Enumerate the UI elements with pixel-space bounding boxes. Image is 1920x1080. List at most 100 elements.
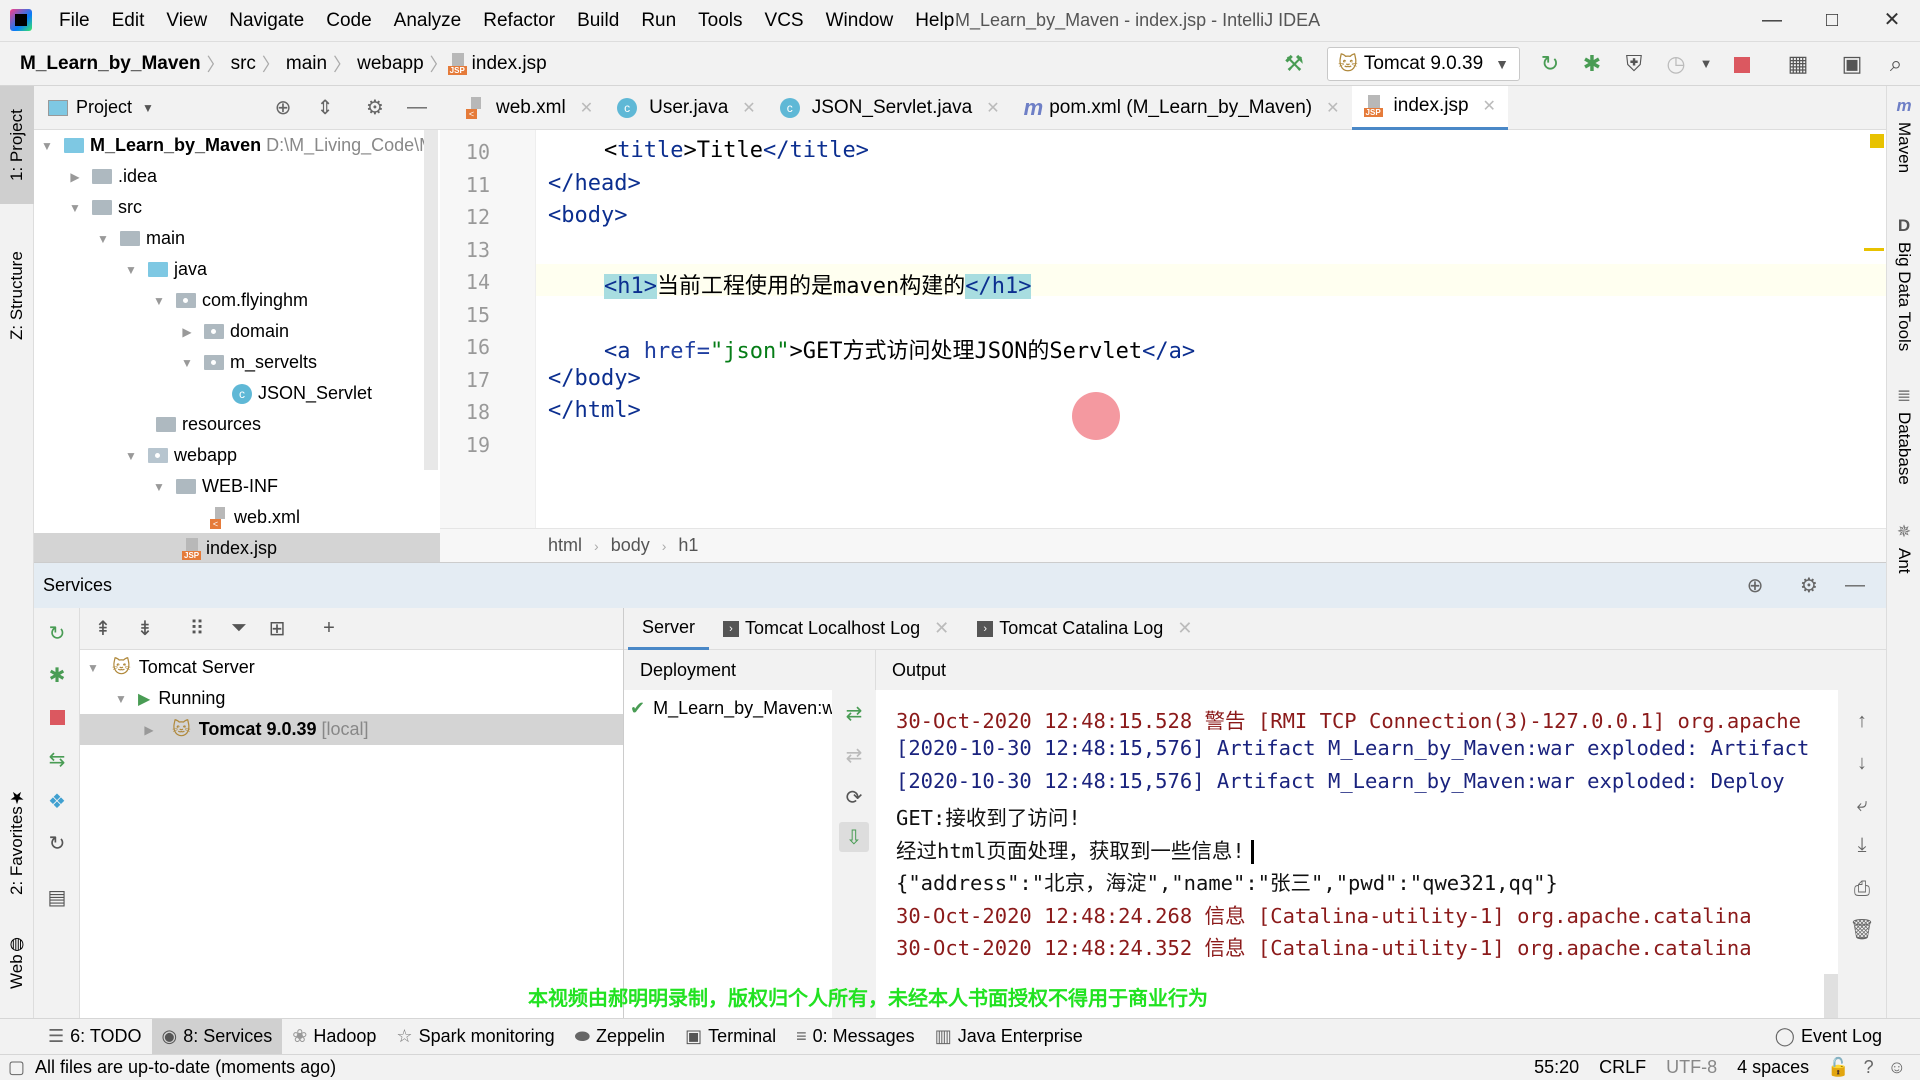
menu-window[interactable]: Window — [815, 0, 905, 42]
arrow-down-icon[interactable]: ↓ — [1847, 748, 1877, 778]
menu-navigate[interactable]: Navigate — [218, 0, 315, 42]
tab-json-servlet-java[interactable]: c JSON_Servlet.java ✕ — [768, 86, 1012, 130]
chevron-down-icon[interactable]: ▼ — [1690, 48, 1722, 80]
unlock-icon[interactable]: 🔓 — [1827, 1057, 1849, 1078]
console-scrollbar[interactable] — [1824, 974, 1838, 1018]
hide-icon[interactable]: — — [1840, 571, 1870, 601]
crumb-body[interactable]: body — [611, 535, 650, 556]
filter-icon[interactable]: ⏷ — [224, 614, 254, 644]
breadcrumb-webapp[interactable]: webapp — [351, 53, 430, 75]
tree-node-m-servelts[interactable]: ▼ m_servelts — [34, 347, 440, 378]
gear-icon[interactable]: ⚙ — [1794, 571, 1824, 601]
tool-tab-project[interactable]: 1: Project — [0, 86, 34, 204]
new-tab-icon[interactable]: ⊞ — [262, 614, 292, 644]
rerun-icon[interactable]: ↻ — [42, 618, 72, 648]
tool-window-spark[interactable]: ☆ Spark monitoring — [386, 1019, 564, 1055]
tool-window-terminal[interactable]: ▣ Terminal — [675, 1019, 786, 1055]
tree-node-web-xml[interactable]: web.xml — [34, 502, 440, 533]
deploy-icon[interactable]: ⇆ — [42, 744, 72, 774]
tab-user-java[interactable]: c User.java ✕ — [605, 86, 768, 130]
run-configuration-select[interactable]: 🐱 Tomcat 9.0.39 ▼ — [1327, 47, 1520, 81]
terminal-window-icon[interactable]: ▣ — [1836, 48, 1868, 80]
service-node-tomcat-instance[interactable]: ▶ 🐱 Tomcat 9.0.39 [local] — [80, 714, 623, 745]
code-editor[interactable]: 10 11 12 13 14 15 16 17 18 19 <title>Tit… — [440, 130, 1886, 528]
tool-window-zeppelin[interactable]: ⬬ Zeppelin — [565, 1019, 675, 1055]
tree-node-index-jsp[interactable]: index.jsp — [34, 533, 440, 564]
collapse-all-icon[interactable]: ⇟ — [130, 614, 160, 644]
indent-setting[interactable]: 4 spaces — [1737, 1057, 1809, 1078]
close-tab-icon[interactable]: ✕ — [1177, 618, 1192, 639]
tool-tab-maven[interactable]: m Maven — [1887, 96, 1920, 196]
rerun-icon[interactable]: ↻ — [1534, 48, 1566, 80]
refresh-icon[interactable]: ↻ — [42, 828, 72, 858]
minimize-button[interactable]: — — [1744, 0, 1800, 40]
tab-index-jsp[interactable]: index.jsp ✕ — [1351, 85, 1508, 130]
tree-node-idea[interactable]: ▶ .idea — [34, 161, 440, 192]
menu-refactor[interactable]: Refactor — [472, 0, 566, 42]
update-icon[interactable]: ⟳ — [839, 782, 869, 812]
build-hammer-icon[interactable]: ⚒ — [1278, 48, 1310, 80]
profile-icon[interactable]: ◷ — [1660, 48, 1692, 80]
tool-tab-structure[interactable]: Z: Structure — [0, 226, 34, 366]
close-button[interactable]: ✕ — [1864, 0, 1920, 40]
menu-build[interactable]: Build — [566, 0, 630, 42]
add-service-icon[interactable]: + — [314, 614, 344, 644]
tool-window-services[interactable]: ◉ 8: Services — [151, 1018, 283, 1055]
breadcrumb-file[interactable]: index.jsp — [472, 53, 553, 75]
hide-icon[interactable]: — — [402, 93, 432, 123]
tab-server[interactable]: Server — [628, 608, 710, 650]
tab-localhost-log[interactable]: › Tomcat Localhost Log ✕ — [709, 608, 963, 650]
console-output[interactable]: 30-Oct-2020 12:48:15.528 警告 [RMI TCP Con… — [876, 690, 1838, 1018]
menu-tools[interactable]: Tools — [687, 0, 753, 42]
search-icon[interactable]: ⌕ — [1880, 48, 1912, 80]
locate-target-icon[interactable]: ⊕ — [268, 93, 298, 123]
tab-catalina-log[interactable]: › Tomcat Catalina Log ✕ — [963, 608, 1206, 650]
gear-icon[interactable]: ⚙ — [360, 93, 390, 123]
line-separator[interactable]: CRLF — [1599, 1057, 1646, 1078]
locate-target-icon[interactable]: ⊕ — [1740, 571, 1770, 601]
chevron-down-icon[interactable]: ▼ — [142, 101, 154, 115]
menu-analyze[interactable]: Analyze — [383, 0, 473, 42]
tree-node-web-inf[interactable]: ▼ WEB-INF — [34, 471, 440, 502]
layout-icon[interactable]: ▤ — [42, 882, 72, 912]
tree-node-main[interactable]: ▼ main — [34, 223, 440, 254]
tab-web-xml[interactable]: web.xml ✕ — [454, 86, 605, 130]
menu-code[interactable]: Code — [315, 0, 382, 42]
breadcrumb-project[interactable]: M_Learn_by_Maven — [14, 53, 207, 75]
project-scrollbar[interactable] — [424, 130, 438, 470]
close-tab-icon[interactable]: ✕ — [1326, 98, 1339, 118]
project-view-select[interactable]: Project — [76, 97, 132, 118]
menu-vcs[interactable]: VCS — [754, 0, 815, 42]
tool-tab-ant[interactable]: ✵ Ant — [1887, 522, 1920, 602]
menu-run[interactable]: Run — [630, 0, 687, 42]
menu-file[interactable]: File — [48, 0, 101, 42]
tree-node-domain[interactable]: ▶ domain — [34, 316, 440, 347]
trash-icon[interactable]: 🗑 — [1847, 914, 1877, 944]
deploy-all-icon[interactable]: ⇄ — [839, 698, 869, 728]
tool-window-messages[interactable]: ≡ 0: Messages — [786, 1019, 925, 1055]
error-stripe-mark[interactable] — [1864, 248, 1884, 251]
close-tab-icon[interactable]: ✕ — [934, 618, 949, 639]
close-tab-icon[interactable]: ✕ — [742, 98, 755, 118]
artifacts-icon[interactable]: ❖ — [42, 786, 72, 816]
caret-position[interactable]: 55:20 — [1534, 1057, 1579, 1078]
tool-window-hadoop[interactable]: ❀ Hadoop — [282, 1019, 386, 1055]
tree-node-resources[interactable]: resources — [34, 409, 440, 440]
print-icon[interactable]: ⎙ — [1847, 874, 1877, 904]
crumb-h1[interactable]: h1 — [678, 535, 698, 556]
close-tab-icon[interactable]: ✕ — [580, 98, 593, 118]
inspector-icon[interactable]: ☺ — [1888, 1057, 1906, 1078]
tool-tab-web[interactable]: Web ◍ — [0, 922, 34, 1002]
close-tab-icon[interactable]: ✕ — [986, 98, 999, 118]
menu-edit[interactable]: Edit — [101, 0, 156, 42]
collapse-all-icon[interactable]: ⇕ — [310, 93, 340, 123]
crumb-html[interactable]: html — [548, 535, 582, 556]
debug-bug-icon[interactable]: ✱ — [42, 660, 72, 690]
arrow-up-icon[interactable]: ↑ — [1847, 706, 1877, 736]
deployment-item[interactable]: ✔ M_Learn_by_Maven:war exploded — [624, 690, 832, 726]
tree-node-src[interactable]: ▼ src — [34, 192, 440, 223]
stop-icon[interactable] — [42, 702, 72, 732]
undeploy-icon[interactable]: ⇄ — [839, 740, 869, 770]
menu-view[interactable]: View — [155, 0, 218, 42]
toggle-tool-windows-icon[interactable]: ▢ — [8, 1057, 25, 1078]
